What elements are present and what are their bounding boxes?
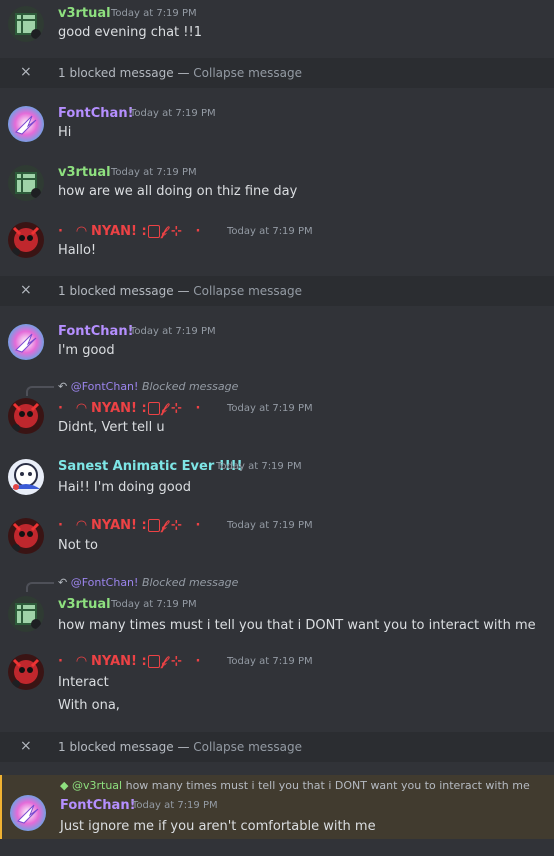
avatar-fontchan[interactable] — [10, 795, 46, 831]
collapse-message-link[interactable]: Collapse message — [193, 66, 302, 80]
collapse-message-link[interactable]: Collapse message — [193, 284, 302, 298]
avatar-sanest[interactable] — [8, 459, 44, 495]
message: FontChan! Today at 7:19 PM I'm good — [0, 318, 554, 370]
message-text: Hi — [58, 125, 72, 140]
avatar-nyan[interactable] — [8, 398, 44, 434]
message-text: I'm good — [58, 343, 115, 358]
blocked-label: 1 blocked message — [58, 66, 174, 80]
message: FontChan! Today at 7:19 PM Hi — [0, 100, 554, 152]
message: ↶ @FontChan! Blocked message · ◠ NYAN! :… — [0, 378, 554, 446]
separator: — — [177, 740, 190, 754]
username[interactable]: v3rtual — [58, 6, 111, 21]
blocked-message-bar: × 1 blocked message — Collapse message — [0, 732, 554, 762]
avatar-nyan[interactable] — [8, 518, 44, 554]
blocked-message-bar: × 1 blocked message — Collapse message — [0, 276, 554, 306]
message-text: Hallo! — [58, 243, 97, 258]
timestamp: Today at 7:19 PM — [111, 599, 197, 610]
timestamp: Today at 7:19 PM — [227, 226, 313, 237]
timestamp: Today at 7:19 PM — [227, 403, 313, 414]
message: · ◠ NYAN! :𝒻 ⊹ · Today at 7:19 PM Hallo! — [0, 218, 554, 270]
message: ↶ @FontChan! Blocked message v3rtual Tod… — [0, 574, 554, 642]
timestamp: Today at 7:19 PM — [132, 800, 218, 811]
username[interactable]: Sanest Animatic Ever !!!! — [58, 459, 243, 474]
message-text: Didnt, Vert tell u — [58, 420, 165, 435]
message-text: good evening chat !!1 — [58, 25, 202, 40]
close-icon[interactable]: × — [20, 64, 32, 80]
timestamp: Today at 7:19 PM — [111, 8, 197, 19]
avatar-fontchan[interactable] — [8, 106, 44, 142]
timestamp: Today at 7:19 PM — [130, 326, 216, 337]
reply-spine — [26, 386, 54, 396]
message: v3rtual Today at 7:19 PM good evening ch… — [0, 0, 554, 54]
message-text: Not to — [58, 538, 98, 553]
avatar-nyan[interactable] — [8, 222, 44, 258]
message-text: Just ignore me if you aren't comfortable… — [60, 819, 376, 834]
blocked-label: 1 blocked message — [58, 284, 174, 298]
username[interactable]: FontChan! — [58, 106, 134, 121]
message-text: With ona, — [58, 698, 120, 713]
message-text: Interact — [58, 675, 109, 690]
username[interactable]: · ◠ NYAN! :𝒻 ⊹ · — [58, 224, 200, 239]
message: ◆ @v3rtual how many times must i tell yo… — [0, 775, 554, 839]
username[interactable]: · ◠ NYAN! :𝒻 ⊹ · — [58, 401, 200, 416]
close-icon[interactable]: × — [20, 738, 32, 754]
timestamp: Today at 7:19 PM — [130, 108, 216, 119]
message: · ◠ NYAN! :𝒻 ⊹ · Today at 7:19 PM Intera… — [0, 648, 554, 722]
timestamp: Today at 7:19 PM — [227, 520, 313, 531]
username[interactable]: · ◠ NYAN! :𝒻 ⊹ · — [58, 654, 200, 669]
avatar-nyan[interactable] — [8, 654, 44, 690]
message-text: Hai!! I'm doing good — [58, 480, 191, 495]
message: v3rtual Today at 7:19 PM how are we all … — [0, 159, 554, 211]
username[interactable]: · ◠ NYAN! :𝒻 ⊹ · — [58, 518, 200, 533]
timestamp: Today at 7:19 PM — [227, 656, 313, 667]
username[interactable]: v3rtual — [58, 597, 111, 612]
timestamp: Today at 7:19 PM — [111, 167, 197, 178]
blocked-message-bar: × 1 blocked message — Collapse message — [0, 58, 554, 88]
username[interactable]: v3rtual — [58, 165, 111, 180]
message-text: how many times must i tell you that i DO… — [58, 618, 536, 633]
avatar-fontchan[interactable] — [8, 324, 44, 360]
username[interactable]: FontChan! — [60, 798, 136, 813]
collapse-message-link[interactable]: Collapse message — [193, 740, 302, 754]
blocked-label: 1 blocked message — [58, 740, 174, 754]
separator: — — [177, 66, 190, 80]
reply-preview[interactable]: ◆ @v3rtual how many times must i tell yo… — [60, 779, 530, 792]
separator: — — [177, 284, 190, 298]
reply-spine — [26, 582, 54, 592]
chat-log: v3rtual Today at 7:19 PM good evening ch… — [0, 0, 554, 856]
close-icon[interactable]: × — [20, 282, 32, 298]
username[interactable]: FontChan! — [58, 324, 134, 339]
avatar-v3rtual[interactable] — [8, 165, 44, 201]
message: · ◠ NYAN! :𝒻 ⊹ · Today at 7:19 PM Not to — [0, 512, 554, 564]
avatar-v3rtual[interactable] — [8, 6, 44, 42]
message: Sanest Animatic Ever !!!! Today at 7:19 … — [0, 453, 554, 505]
reply-preview[interactable]: ↶ @FontChan! Blocked message — [58, 380, 238, 393]
message-text: how are we all doing on thiz fine day — [58, 184, 298, 199]
timestamp: Today at 7:19 PM — [216, 461, 302, 472]
reply-preview[interactable]: ↶ @FontChan! Blocked message — [58, 576, 238, 589]
avatar-v3rtual[interactable] — [8, 596, 44, 632]
